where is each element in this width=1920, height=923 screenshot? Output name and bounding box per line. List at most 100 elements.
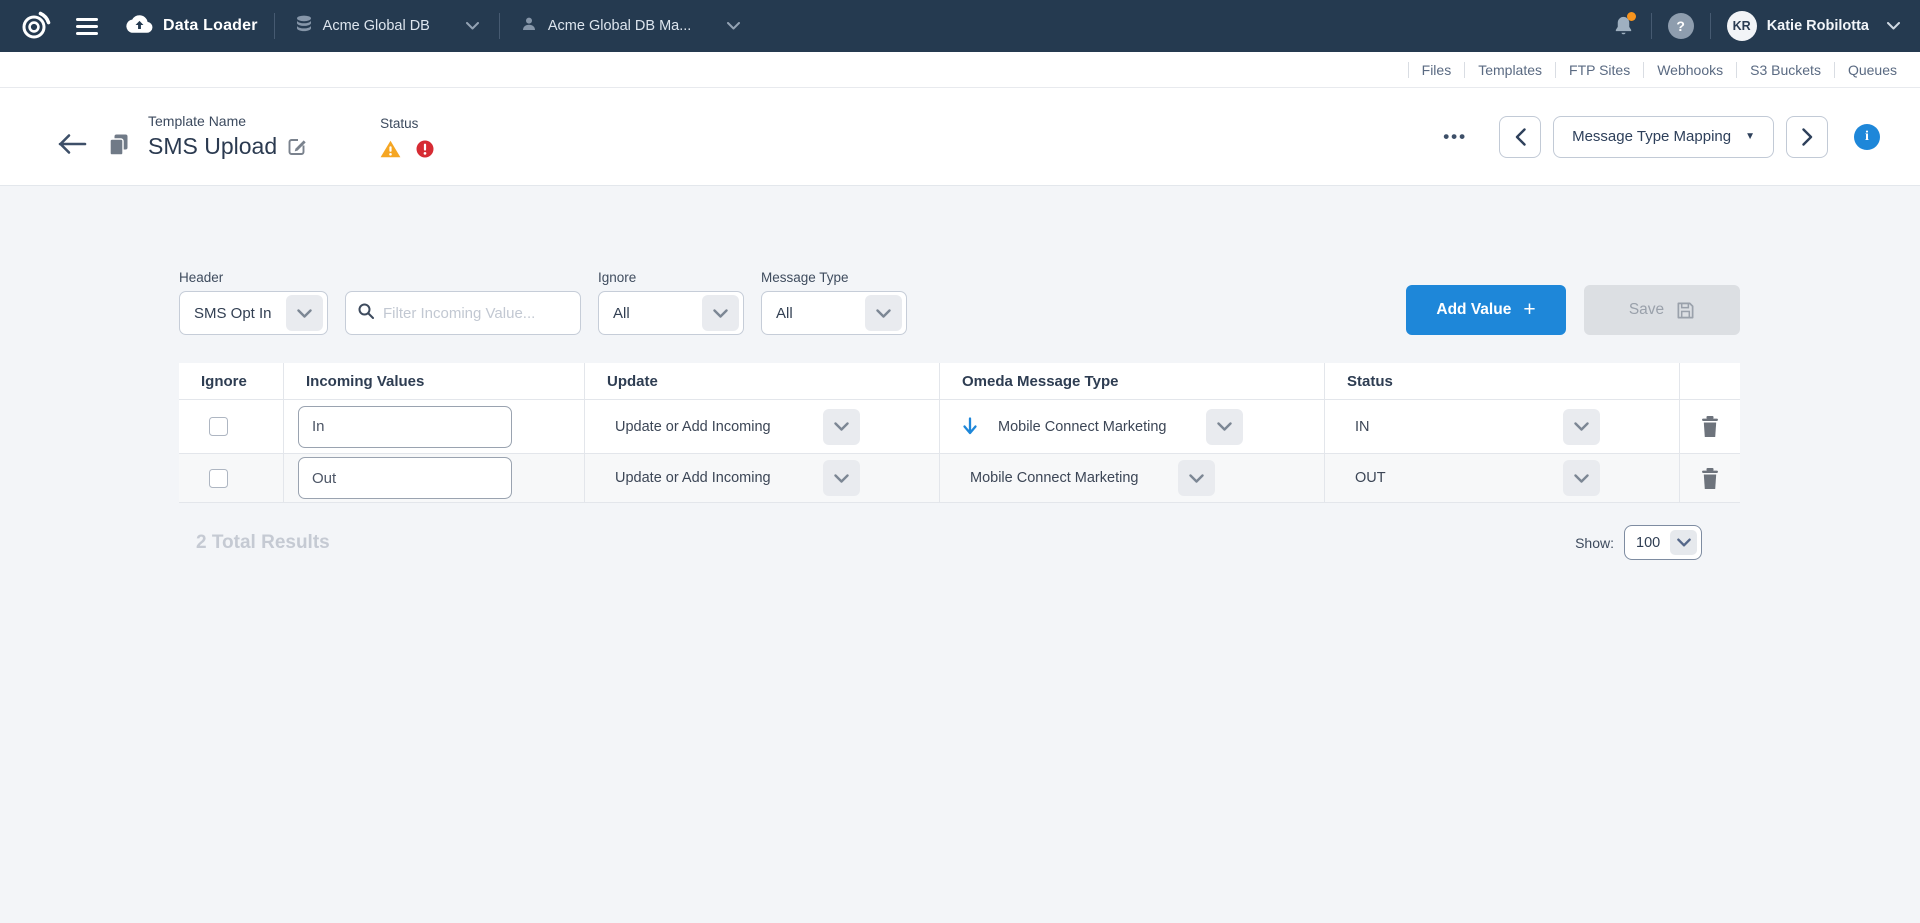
- header-filter-label: Header: [179, 270, 328, 285]
- page-header: Template Name SMS Upload Status: [0, 88, 1920, 186]
- step-dropdown[interactable]: Message Type Mapping ▼: [1553, 116, 1774, 158]
- col-header-actions: [1680, 363, 1740, 399]
- omeda-message-type-select[interactable]: Mobile Connect Marketing: [998, 409, 1243, 445]
- copy-icon[interactable]: [108, 133, 130, 157]
- incoming-value-input[interactable]: [298, 406, 512, 448]
- ignore-checkbox[interactable]: [209, 469, 228, 488]
- message-type-filter-field: Message Type All: [761, 270, 907, 335]
- table-footer: 2 Total Results Show: 100: [179, 525, 1740, 560]
- app-title: Data Loader: [163, 17, 258, 35]
- save-icon: [1676, 301, 1695, 320]
- previous-step-button[interactable]: [1499, 116, 1541, 158]
- notification-dot: [1627, 12, 1636, 21]
- col-header-ignore: Ignore: [179, 363, 284, 399]
- delete-row-button[interactable]: [1700, 467, 1720, 490]
- message-type-filter-label: Message Type: [761, 270, 907, 285]
- show-label: Show:: [1575, 535, 1614, 551]
- chevron-down-icon: [1670, 530, 1697, 555]
- topbar: Data Loader Acme Global DB Acme Global D…: [0, 0, 1920, 52]
- subnav-item-files[interactable]: Files: [1408, 62, 1465, 78]
- page-size-group: Show: 100: [1575, 525, 1702, 560]
- profile-selector-label: Acme Global DB Ma...: [548, 18, 691, 34]
- menu-icon[interactable]: [76, 18, 98, 35]
- topbar-right: ? KR Katie Robilotta: [1612, 11, 1900, 41]
- template-name-label: Template Name: [148, 113, 308, 129]
- chevron-down-icon: [286, 295, 323, 331]
- error-icon[interactable]: [416, 140, 434, 158]
- filter-actions: Add Value + Save: [1406, 285, 1740, 335]
- col-header-incoming-values: Incoming Values: [284, 363, 585, 399]
- chevron-down-icon: [1563, 409, 1600, 445]
- ignore-filter-label: Ignore: [598, 270, 744, 285]
- table-header-row: Ignore Incoming Values Update Omeda Mess…: [179, 363, 1740, 399]
- caret-down-icon: ▼: [1745, 131, 1755, 142]
- status-block: Status: [380, 116, 434, 158]
- plus-icon: +: [1523, 298, 1535, 322]
- subnav-item-s3-buckets[interactable]: S3 Buckets: [1736, 62, 1834, 78]
- template-name: SMS Upload: [148, 133, 277, 160]
- message-type-filter-select[interactable]: All: [761, 291, 907, 335]
- chevron-down-icon: [702, 295, 739, 331]
- table-row: Update or Add Incoming Mobile Connect Ma…: [179, 453, 1740, 503]
- search-field-wrap: [345, 291, 581, 335]
- chevron-down-icon: [727, 22, 740, 30]
- col-header-status: Status: [1325, 363, 1680, 399]
- status-select[interactable]: OUT: [1355, 460, 1600, 496]
- subnav-item-ftp-sites[interactable]: FTP Sites: [1555, 62, 1643, 78]
- subnav-item-webhooks[interactable]: Webhooks: [1643, 62, 1736, 78]
- divider: [1651, 13, 1652, 39]
- template-name-block: Template Name SMS Upload: [148, 113, 308, 160]
- help-button[interactable]: ?: [1668, 13, 1694, 39]
- profile-selector[interactable]: Acme Global DB Ma...: [516, 9, 744, 43]
- chevron-down-icon: [1563, 460, 1600, 496]
- app-header: Data Loader: [126, 13, 258, 40]
- subnav: Files Templates FTP Sites Webhooks S3 Bu…: [0, 52, 1920, 88]
- main-content: Header SMS Opt In Ignore All: [179, 270, 1740, 560]
- chevron-down-icon: [865, 295, 902, 331]
- add-value-button[interactable]: Add Value +: [1406, 285, 1566, 335]
- database-icon: [295, 15, 313, 38]
- more-actions-button[interactable]: •••: [1443, 127, 1467, 147]
- chevron-down-icon: [1887, 22, 1900, 30]
- user-menu[interactable]: KR Katie Robilotta: [1727, 11, 1900, 41]
- warning-icon[interactable]: [380, 140, 401, 158]
- header-filter-select[interactable]: SMS Opt In: [179, 291, 328, 335]
- divider: [1710, 13, 1711, 39]
- help-icon: ?: [1676, 18, 1685, 34]
- omeda-logo-icon[interactable]: [14, 6, 54, 46]
- search-icon: [358, 303, 374, 324]
- next-step-button[interactable]: [1786, 116, 1828, 158]
- avatar: KR: [1727, 11, 1757, 41]
- status-label: Status: [380, 116, 434, 131]
- back-button[interactable]: [56, 132, 88, 156]
- chevron-down-icon: [823, 409, 860, 445]
- table-row: Update or Add Incoming Mobile Connect Ma…: [179, 399, 1740, 453]
- save-button[interactable]: Save: [1584, 285, 1740, 335]
- total-results: 2 Total Results: [196, 532, 330, 554]
- person-icon: [520, 15, 538, 37]
- database-selector[interactable]: Acme Global DB: [291, 9, 483, 44]
- ignore-filter-select[interactable]: All: [598, 291, 744, 335]
- status-select[interactable]: IN: [1355, 409, 1600, 445]
- delete-row-button[interactable]: [1700, 415, 1720, 438]
- edit-icon[interactable]: [287, 136, 308, 157]
- search-input[interactable]: [383, 305, 568, 322]
- mapped-arrow-icon: [962, 417, 978, 436]
- cloud-upload-icon: [126, 13, 153, 40]
- divider: [499, 13, 500, 39]
- ignore-checkbox[interactable]: [209, 417, 228, 436]
- user-name: Katie Robilotta: [1767, 18, 1869, 34]
- page-size-select[interactable]: 100: [1624, 525, 1702, 560]
- notifications-button[interactable]: [1612, 14, 1635, 38]
- omeda-message-type-select[interactable]: Mobile Connect Marketing: [970, 460, 1215, 496]
- update-select[interactable]: Update or Add Incoming: [615, 409, 860, 445]
- incoming-value-input[interactable]: [298, 457, 512, 499]
- header-actions: ••• Message Type Mapping ▼ i: [1443, 116, 1880, 158]
- subnav-item-templates[interactable]: Templates: [1464, 62, 1555, 78]
- update-select[interactable]: Update or Add Incoming: [615, 460, 860, 496]
- info-icon[interactable]: i: [1854, 124, 1880, 150]
- divider: [274, 13, 275, 39]
- database-selector-label: Acme Global DB: [323, 18, 430, 34]
- subnav-item-queues[interactable]: Queues: [1834, 62, 1910, 78]
- step-dropdown-value: Message Type Mapping: [1572, 128, 1731, 145]
